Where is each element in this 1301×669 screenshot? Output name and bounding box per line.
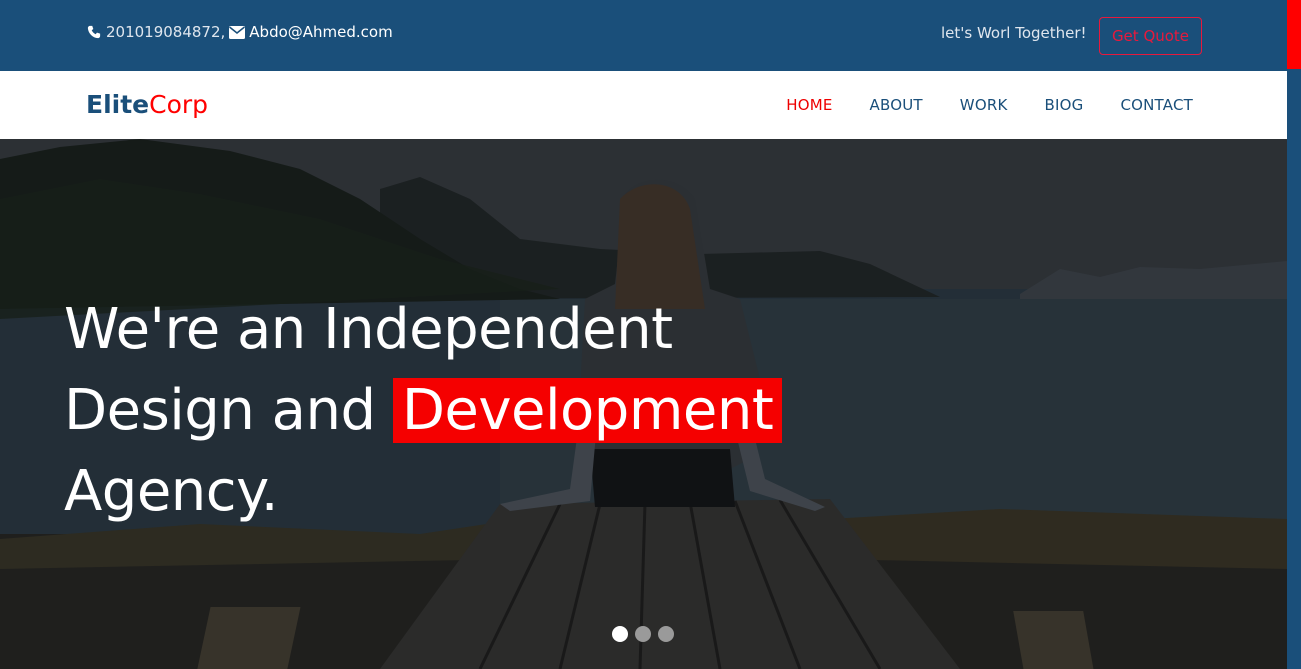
phone-number: 201019084872,: [106, 23, 226, 41]
nav-item-blog[interactable]: BIOG: [1045, 96, 1084, 114]
nav-item-contact[interactable]: CONTACT: [1120, 96, 1193, 114]
main-navbar: EliteCorp HOME ABOUT WORK BIOG CONTACT: [0, 71, 1287, 139]
hero-line-3: Agency.: [64, 459, 279, 524]
get-quote-button[interactable]: Get Quote: [1099, 17, 1202, 55]
nav-menu: HOME ABOUT WORK BIOG CONTACT: [786, 96, 1193, 114]
nav-item-home[interactable]: HOME: [786, 96, 832, 114]
scrollbar-thumb[interactable]: [1287, 0, 1301, 69]
phone-icon: [86, 24, 102, 40]
page-scrollbar[interactable]: [1287, 0, 1301, 669]
slider-dot-1[interactable]: [612, 626, 628, 642]
tagline: let's Worl Together!: [941, 24, 1087, 42]
hero-highlight: Development: [392, 378, 783, 443]
top-bar: 201019084872, Abdo@Ahmed.com let's Worl …: [0, 0, 1287, 71]
brand-part-corp: Corp: [149, 90, 209, 119]
contact-info: 201019084872, Abdo@Ahmed.com: [86, 23, 393, 41]
slider-dot-2[interactable]: [635, 626, 651, 642]
hero-headline: We're an Independent Design and Developm…: [64, 289, 783, 532]
slider-pagination: [612, 626, 674, 642]
hero-slider: We're an Independent Design and Developm…: [0, 139, 1287, 669]
email-address[interactable]: Abdo@Ahmed.com: [249, 23, 392, 41]
nav-item-work[interactable]: WORK: [960, 96, 1008, 114]
envelope-icon: [229, 24, 246, 40]
nav-item-about[interactable]: ABOUT: [870, 96, 923, 114]
brand-part-elite: Elite: [86, 90, 150, 119]
brand-logo[interactable]: EliteCorp: [86, 90, 208, 119]
slider-dot-3[interactable]: [658, 626, 674, 642]
hero-line-1: We're an Independent: [64, 297, 673, 362]
hero-line-2-pre: Design and: [64, 378, 393, 443]
